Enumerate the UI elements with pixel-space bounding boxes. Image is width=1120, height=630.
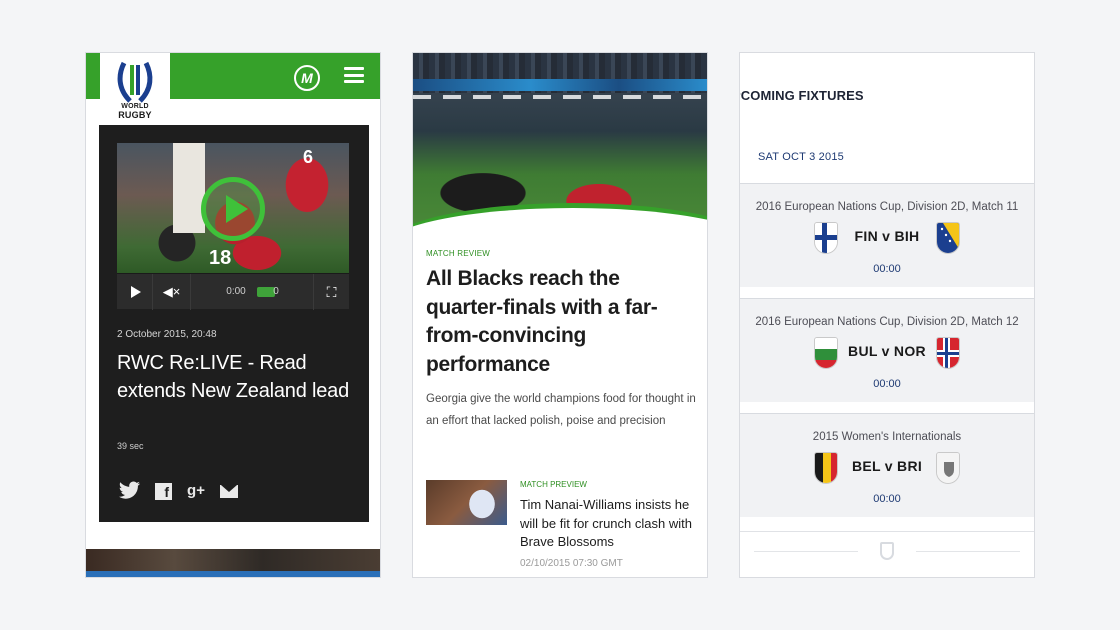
video-controls: ◀× 0:00 0 ⛶ (117, 273, 349, 310)
logo-line-2: RUGBY (118, 110, 152, 120)
current-time: 0:00 (226, 286, 246, 297)
fixtures-date: SAT OCT 3 2015 (758, 151, 844, 163)
related-article-thumbnail[interactable] (426, 480, 507, 525)
mute-icon[interactable]: ◀× (153, 274, 191, 310)
jersey-number: 18 (209, 247, 232, 269)
next-article-preview-image[interactable] (86, 549, 380, 577)
article-summary: Georgia give the world champions food fo… (426, 393, 696, 427)
play-button-icon[interactable] (117, 274, 153, 310)
match-centre-icon[interactable]: M (294, 65, 320, 91)
section-heading: PCOMING FIXTURES (740, 88, 864, 103)
fixture-teams: FIN v BIH (854, 228, 920, 244)
fixtures-footer (740, 531, 1034, 577)
fixture-time: 00:00 (873, 378, 901, 390)
fixture-competition: 2016 European Nations Cup, Division 2D, … (755, 201, 1019, 213)
video-title[interactable]: RWC Re:LIVE - Read extends New Zealand l… (117, 349, 351, 405)
fixture-card[interactable]: 2016 European Nations Cup, Division 2D, … (740, 183, 1034, 287)
article-tag: MATCH REVIEW (426, 249, 491, 258)
article-date: 2 October 2015, 20:48 (117, 329, 217, 340)
rugby-ball-logo-icon (117, 61, 153, 103)
mobile-screen-fixtures: PCOMING FIXTURES SAT OCT 3 2015 2016 Eur… (739, 52, 1035, 578)
mobile-screen-video: WORLD RUGBY M 6 18 ◀× 0:00 0 ⛶ 2 October… (85, 52, 381, 578)
play-overlay-icon[interactable] (201, 177, 265, 241)
small-rugby-logo-icon (880, 542, 894, 560)
hamburger-menu-icon[interactable] (344, 67, 364, 83)
email-icon[interactable] (220, 485, 238, 498)
twitter-icon[interactable] (119, 481, 141, 501)
fixtures-list: 2016 European Nations Cup, Division 2D, … (740, 183, 1034, 517)
jersey-number: 6 (303, 147, 314, 167)
related-article-date: 02/10/2015 07:30 GMT (520, 558, 623, 569)
hero-image[interactable] (413, 53, 707, 249)
video-thumbnail[interactable]: 6 18 (117, 143, 349, 273)
fixture-competition: 2016 European Nations Cup, Division 2D, … (755, 316, 1019, 328)
fixture-teams: BEL v BRI (851, 458, 923, 474)
facebook-icon[interactable]: f (155, 483, 172, 500)
bosnia-flag-icon (936, 222, 960, 254)
mobile-screen-article: MATCH REVIEW All Blacks reach the quarte… (412, 52, 708, 578)
generic-team-shield-icon (936, 452, 960, 484)
fixture-competition: 2015 Women's Internationals (812, 431, 962, 443)
fixture-card[interactable]: 2015 Women's Internationals BEL v BRI 00… (740, 413, 1034, 517)
fixture-card[interactable]: 2016 European Nations Cup, Division 2D, … (740, 298, 1034, 402)
fixture-time: 00:00 (873, 263, 901, 275)
progress-end: 0 (273, 286, 279, 297)
norway-flag-icon (936, 337, 960, 369)
video-card: 6 18 ◀× 0:00 0 ⛶ 2 October 2015, 20:48 R… (99, 125, 369, 522)
article-headline[interactable]: All Blacks reach the quarter-finals with… (426, 265, 696, 379)
fixture-time: 00:00 (873, 493, 901, 505)
fixture-teams: BUL v NOR (848, 343, 926, 359)
related-article-title[interactable]: Tim Nanai-Williams insists he will be fi… (520, 496, 700, 552)
google-plus-icon[interactable]: g+ (185, 481, 207, 501)
fullscreen-icon[interactable]: ⛶ (313, 274, 349, 310)
video-duration: 39 sec (117, 441, 144, 451)
related-article-tag: MATCH PREVIEW (520, 480, 587, 489)
